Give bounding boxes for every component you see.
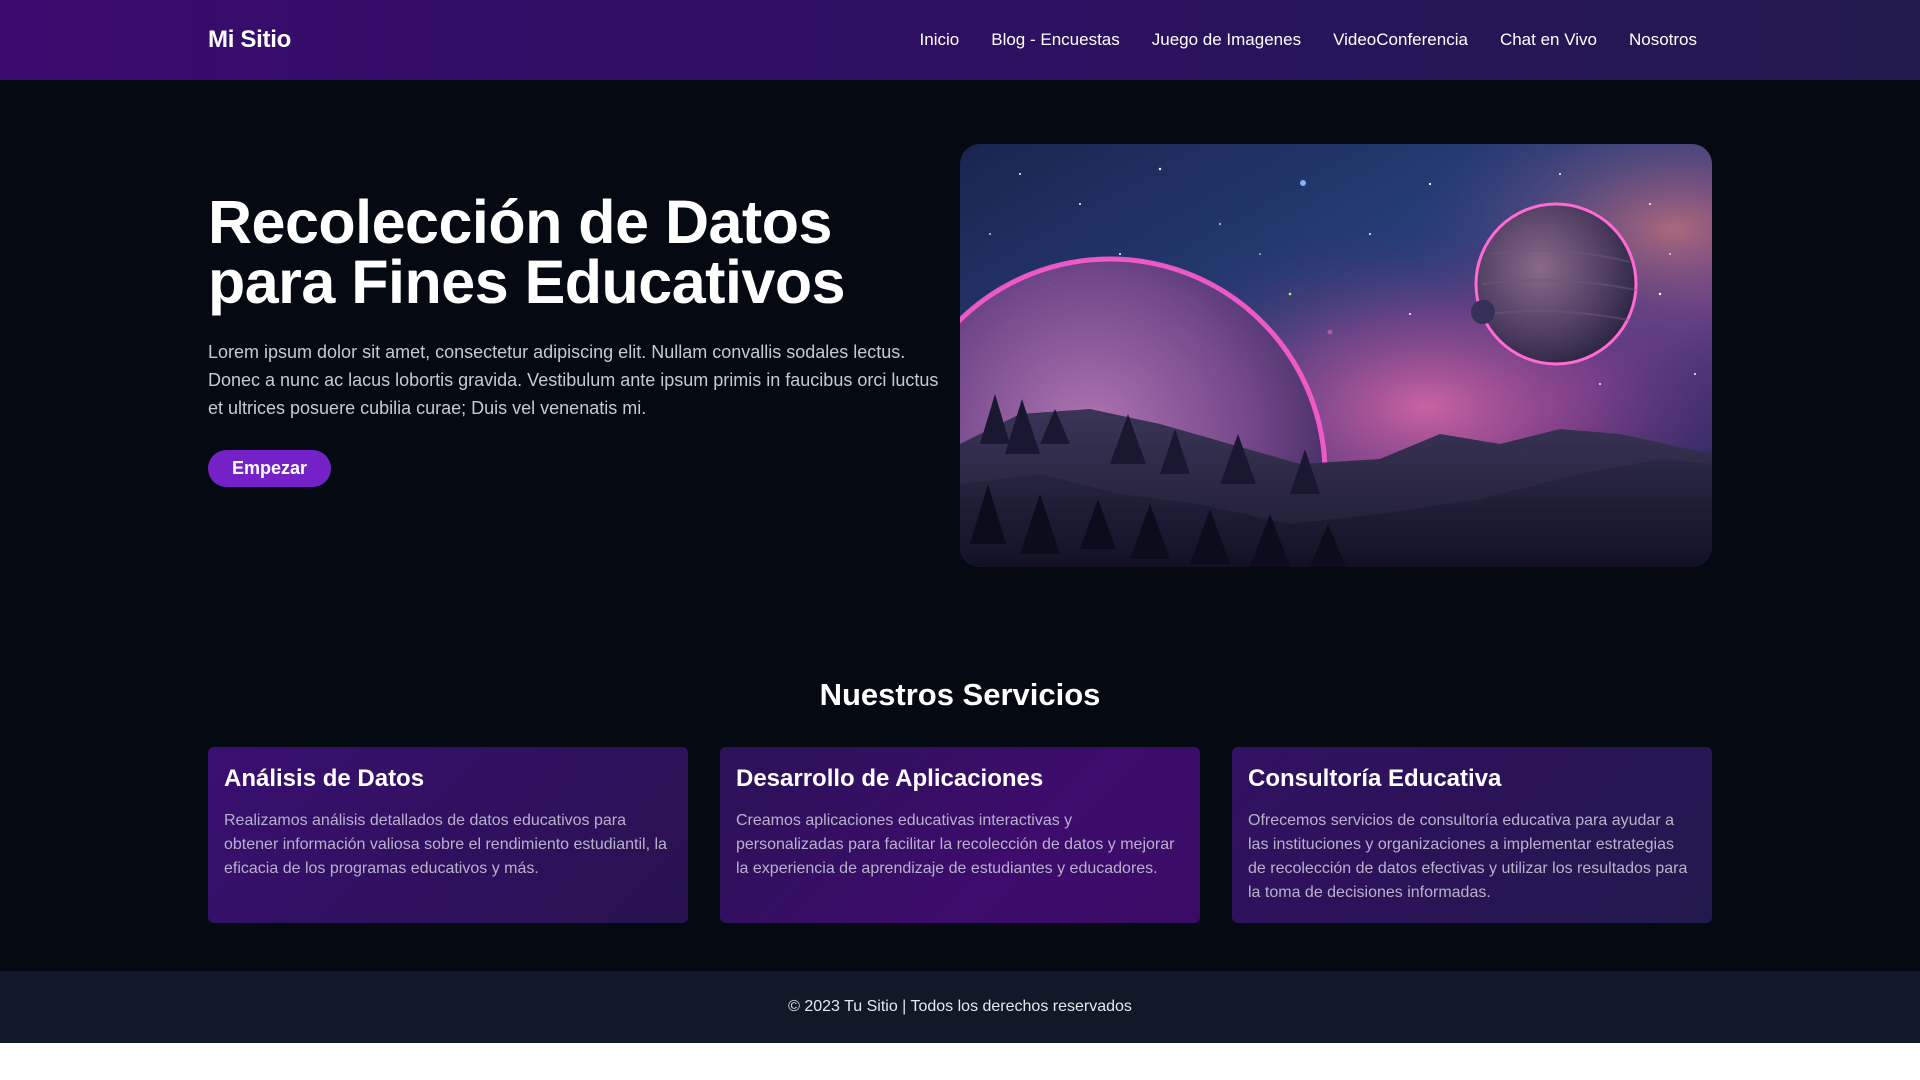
nav-link-inicio[interactable]: Inicio bbox=[920, 30, 960, 50]
nav-link-nosotros[interactable]: Nosotros bbox=[1629, 30, 1697, 50]
services-title: Nuestros Servicios bbox=[819, 677, 1101, 712]
brand-logo[interactable]: Mi Sitio bbox=[208, 26, 291, 54]
nav-link-juego-de-imagenes[interactable]: Juego de Imagenes bbox=[1152, 30, 1301, 50]
card-text: Creamos aplicaciones educativas interact… bbox=[736, 812, 1175, 877]
hero-title-line1: Recolección de Datos bbox=[208, 188, 832, 256]
card-text: Ofrecemos servicios de consultoría educa… bbox=[1248, 812, 1688, 901]
navbar: Mi Sitio Inicio Blog - Encuestas Juego d… bbox=[0, 0, 1920, 80]
hero-text: Recolección de Datos para Fines Educativ… bbox=[208, 192, 968, 487]
services-cards: Análisis de Datos Realizamos análisis de… bbox=[208, 747, 1712, 923]
hero-title-line2: para Fines Educativos bbox=[208, 248, 846, 316]
hero-section: Recolección de Datos para Fines Educativ… bbox=[0, 80, 1920, 635]
hero-description: Lorem ipsum dolor sit amet, consectetur … bbox=[208, 342, 939, 418]
service-card-educational-consulting: Consultoría Educativa Ofrecemos servicio… bbox=[1232, 747, 1712, 923]
hero-image bbox=[960, 144, 1712, 567]
card-title: Desarrollo de Aplicaciones bbox=[736, 765, 1044, 792]
nav-link-videoconferencia[interactable]: VideoConferencia bbox=[1333, 30, 1468, 50]
card-text: Realizamos análisis detallados de datos … bbox=[224, 812, 667, 877]
nav-link-chat-en-vivo[interactable]: Chat en Vivo bbox=[1500, 30, 1597, 50]
footer: © 2023 Tu Sitio | Todos los derechos res… bbox=[0, 971, 1920, 1043]
card-title: Análisis de Datos bbox=[224, 765, 425, 792]
hero-title: Recolección de Datos para Fines Educativ… bbox=[208, 188, 968, 316]
page: Mi Sitio Inicio Blog - Encuestas Juego d… bbox=[0, 0, 1920, 1043]
space-landscape-illustration bbox=[960, 144, 1712, 567]
service-card-app-development: Desarrollo de Aplicaciones Creamos aplic… bbox=[720, 747, 1200, 923]
card-title: Consultoría Educativa bbox=[1248, 765, 1502, 792]
service-card-data-analysis: Análisis de Datos Realizamos análisis de… bbox=[208, 747, 688, 923]
nav-link-blog-encuestas[interactable]: Blog - Encuestas bbox=[991, 30, 1120, 50]
footer-copyright: © 2023 Tu Sitio | Todos los derechos res… bbox=[788, 998, 1132, 1015]
get-started-button[interactable]: Empezar bbox=[208, 450, 332, 487]
nav-links: Inicio Blog - Encuestas Juego de Imagene… bbox=[920, 30, 1697, 50]
